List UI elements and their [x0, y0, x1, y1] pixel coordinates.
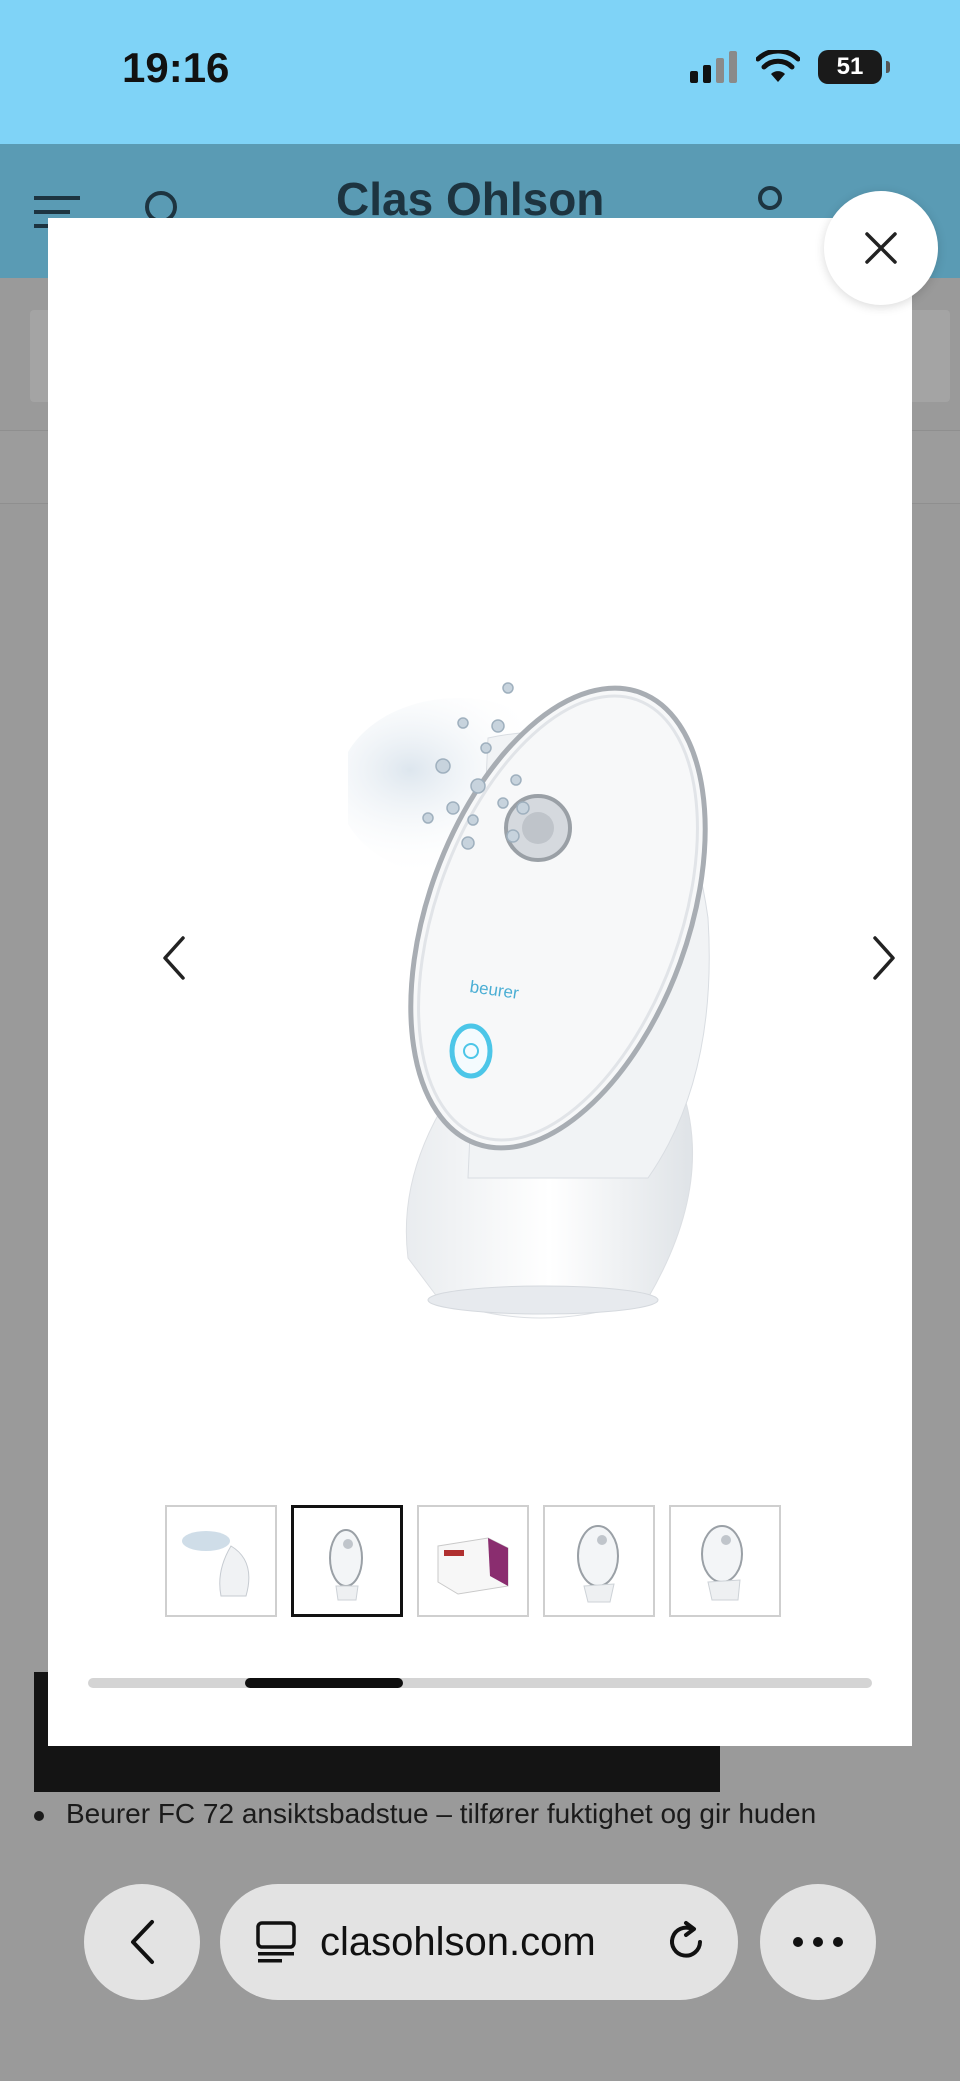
wifi-icon: [756, 50, 800, 82]
gallery-scroll-thumb[interactable]: [245, 1678, 403, 1688]
thumbnail-image-steamer-mist: [182, 1531, 250, 1597]
status-time: 19:16: [122, 44, 230, 91]
address-bar[interactable]: clasohlson.com: [220, 1884, 738, 2000]
product-bullet-text: Beurer FC 72 ansiktsbadstue – tilfører f…: [66, 1798, 817, 1829]
chevron-left-icon: [131, 1920, 154, 1964]
thumbnail-2[interactable]: [291, 1505, 403, 1617]
close-icon: [865, 232, 897, 264]
reload-icon[interactable]: [664, 1920, 708, 1964]
address-bar-url: clasohlson.com: [320, 1919, 596, 1964]
thumbnail-3[interactable]: [417, 1505, 529, 1617]
previous-image-button[interactable]: [134, 918, 214, 998]
thumbnail-5[interactable]: [669, 1505, 781, 1617]
chevron-left-icon: [163, 936, 185, 980]
chevron-right-icon: [873, 936, 895, 980]
thumbnail-image-product-box: [437, 1537, 509, 1595]
thumbnail-image-steamer-side: [701, 1525, 743, 1601]
product-image-facial-steamer: beurer: [348, 682, 710, 1319]
browser-back-button[interactable]: [84, 1884, 200, 2000]
status-icons: 51: [690, 50, 890, 84]
thumbnail-1[interactable]: [165, 1505, 277, 1617]
status-bar: 19:16 51: [0, 0, 960, 144]
thumbnail-4[interactable]: [543, 1505, 655, 1617]
gallery-scroll-track[interactable]: [88, 1678, 872, 1688]
more-options-icon: [793, 1937, 843, 1947]
close-gallery-button[interactable]: [824, 191, 938, 305]
thumbnail-strip: [165, 1505, 781, 1617]
bullet-dot: [34, 1810, 44, 1821]
page-menu-icon[interactable]: [256, 1921, 296, 1963]
browser-more-button[interactable]: [760, 1884, 876, 2000]
browser-toolbar: clasohlson.com: [0, 1868, 960, 2018]
thumbnail-image-steamer-angle: [577, 1525, 619, 1603]
thumbnail-image-steamer-front: [329, 1529, 363, 1601]
next-image-button[interactable]: [844, 918, 924, 998]
battery-indicator: 51: [818, 50, 890, 84]
product-bullet: Beurer FC 72 ansiktsbadstue – tilfører f…: [34, 1798, 816, 1830]
cellular-signal-icon: [690, 51, 737, 83]
